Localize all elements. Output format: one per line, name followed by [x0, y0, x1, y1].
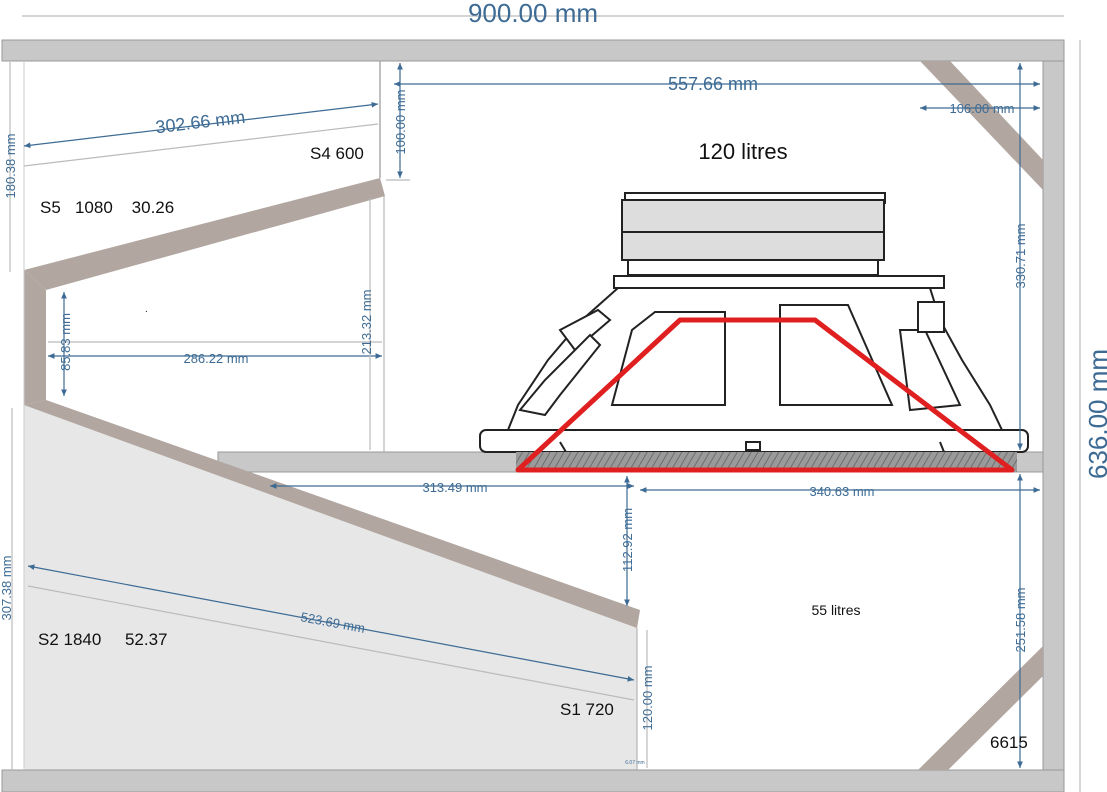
s1-label: S1 720: [560, 700, 614, 719]
dim-tiny-label: 6.07 mm: [625, 760, 644, 766]
s2-label: S2 1840 52.37: [38, 630, 168, 649]
corner-brace-top: [920, 61, 1043, 190]
dim-180-label: 180.38 mm: [3, 133, 18, 198]
dim-100-label: 100.00 mm: [393, 89, 408, 154]
top-panel: [1, 39, 1065, 62]
enclosure-drawing: 900.00 mm 636.00 mm 557.66 mm 106.00 mm …: [0, 0, 1107, 792]
s4-label: S4 600: [310, 144, 364, 163]
dim-106-label: 106.00 mm: [949, 101, 1014, 116]
dim-286-label: 286.22 mm: [183, 351, 248, 366]
dim-557-label: 557.66 mm: [668, 74, 758, 94]
corner-label: 6615: [990, 733, 1028, 752]
total-height-label: 636.00 mm: [1083, 349, 1107, 479]
dim-340-label: 340.63 mm: [809, 484, 874, 499]
dim-307-label: 307.38 mm: [0, 555, 14, 620]
dot-mark: .: [145, 304, 148, 315]
volume-upper-label: 120 litres: [698, 139, 787, 164]
dim-112-label: 112.92 mm: [620, 508, 635, 572]
dim-251-label: 251.58 mm: [1013, 587, 1028, 652]
right-panel: [1042, 60, 1065, 771]
dim-302-label: 302.66 mm: [154, 107, 246, 138]
baffle-upper: [24, 178, 385, 290]
dim-85-label: 85.83 mm: [58, 313, 73, 371]
dim-120-label: 120.00 mm: [640, 665, 655, 730]
bottom-panel: [1, 769, 1065, 792]
dim-313-label: 313.49 mm: [422, 480, 487, 495]
dim-330-label: 330.71 mm: [1013, 223, 1028, 288]
dim-213-label: 213.32 mm: [359, 289, 374, 354]
volume-lower-label: 55 litres: [811, 602, 860, 618]
s5-label: S5 1080 30.26: [40, 198, 174, 217]
baffle-left: [24, 270, 46, 405]
total-width-label: 900.00 mm: [468, 0, 598, 28]
